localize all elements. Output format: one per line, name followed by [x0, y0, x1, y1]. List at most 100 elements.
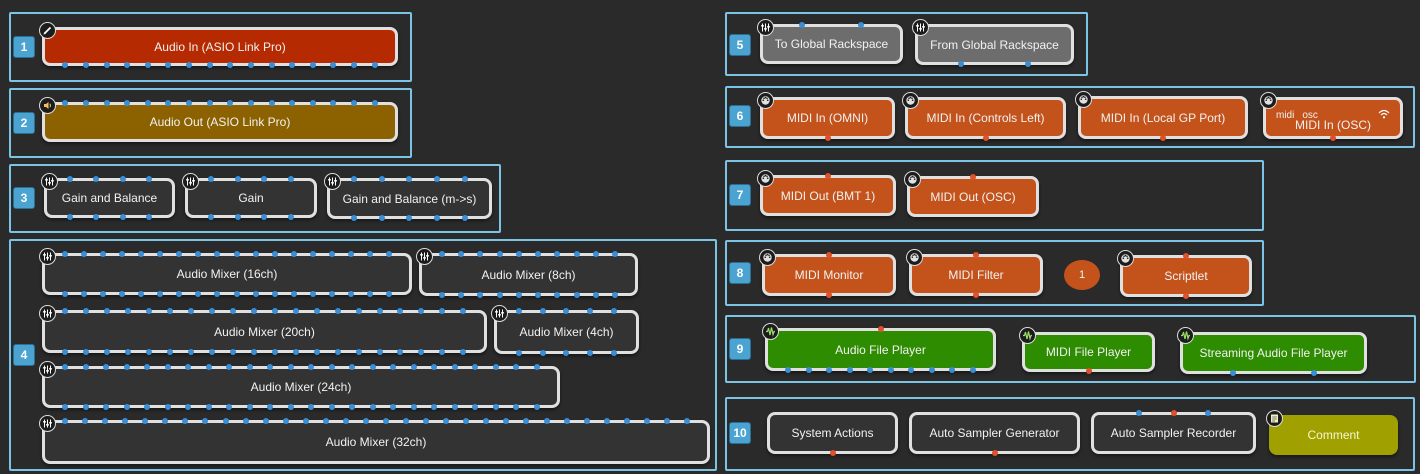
- audio-input-pins: [55, 418, 697, 424]
- audio-output-pins: [340, 215, 479, 221]
- audio-output-pins: [55, 62, 385, 68]
- audio-input-pins: [55, 308, 474, 314]
- midi-output-pin: [780, 450, 885, 456]
- midi-icon: [759, 249, 776, 266]
- midi-output-pin: [773, 135, 882, 141]
- sliders-icon: [39, 248, 56, 265]
- wifi-icon: [1378, 108, 1390, 122]
- plugin-audio-mixer-24ch[interactable]: Audio Mixer (24ch): [39, 361, 560, 410]
- midi-input-pin: [1154, 410, 1193, 416]
- audio-input-pins: [57, 176, 162, 182]
- plugin-audio-out[interactable]: Audio Out (ASIO Link Pro): [39, 97, 398, 142]
- midi-icon: [904, 171, 921, 188]
- plugin-label: From Global Rackspace: [930, 37, 1059, 52]
- plugin-label: Gain and Balance: [61, 191, 158, 205]
- plugin-label: Audio File Player: [835, 342, 926, 357]
- sliders-icon: [324, 173, 341, 190]
- plugin-label: Audio Mixer (8ch): [481, 267, 576, 282]
- audio-output-pins: [507, 350, 626, 356]
- midi-input-pin: [773, 173, 883, 179]
- midi-output-pin: [775, 292, 883, 298]
- plugin-label: MIDI Monitor: [794, 268, 864, 282]
- audio-input-pins: [507, 308, 626, 314]
- group-number-badge[interactable]: 9: [729, 338, 751, 360]
- midi-icon: [1260, 92, 1277, 109]
- plugin-audio-mixer-4ch[interactable]: Audio Mixer (4ch): [491, 305, 639, 356]
- sliders-icon: [757, 19, 774, 36]
- group-number-badge[interactable]: 5: [729, 34, 751, 56]
- audio-output-pins: [55, 349, 474, 355]
- group-number-badge[interactable]: 10: [729, 422, 751, 444]
- plugin-label: MIDI Out (OSC): [930, 189, 1016, 204]
- plugin-midi-in-osc[interactable]: midi osc MIDI In (OSC): [1260, 92, 1403, 141]
- plugin-label: Auto Sampler Recorder: [1110, 426, 1237, 440]
- midi-input-pin: [920, 174, 1026, 180]
- midi-output-pin: [1035, 368, 1142, 374]
- plugin-auto-sampler-generator[interactable]: Auto Sampler Generator: [909, 412, 1080, 456]
- audio-output-pins: [432, 292, 625, 298]
- plugin-from-global-rackspace[interactable]: From Global Rackspace: [912, 19, 1074, 67]
- plugin-label: MIDI In (Local GP Port): [1100, 110, 1226, 125]
- plugin-label: Auto Sampler Generator: [929, 426, 1060, 440]
- plugin-midi-filter[interactable]: MIDI Filter: [906, 249, 1043, 298]
- plugin-streaming-audio-file-player[interactable]: Streaming Audio File Player: [1177, 327, 1367, 376]
- midi-icon: [757, 92, 774, 109]
- waveform-icon: [1177, 327, 1194, 344]
- plugin-label: Audio Mixer (20ch): [214, 324, 315, 339]
- plugin-gain[interactable]: Gain: [182, 173, 317, 220]
- plugin-label: Audio Mixer (32ch): [325, 435, 427, 449]
- plugin-audio-mixer-32ch[interactable]: Audio Mixer (32ch): [39, 415, 710, 464]
- plugin-midi-in-controls-left[interactable]: MIDI In (Controls Left): [902, 92, 1066, 141]
- audio-input-pins: [198, 176, 304, 182]
- midi-tag: midi: [1276, 110, 1295, 121]
- plugin-scriptlet[interactable]: Scriptlet: [1117, 250, 1252, 299]
- plugin-midi-monitor[interactable]: MIDI Monitor: [759, 249, 896, 298]
- group-number-badge[interactable]: 2: [13, 112, 35, 134]
- count-badge[interactable]: 1: [1064, 260, 1100, 290]
- plugin-system-actions[interactable]: System Actions: [767, 412, 898, 456]
- group-number-badge[interactable]: 6: [729, 105, 751, 127]
- plugin-midi-out-bmt-1[interactable]: MIDI Out (BMT 1): [757, 170, 896, 216]
- group-number-badge[interactable]: 7: [729, 184, 751, 206]
- audio-output-pins: [928, 61, 1061, 67]
- plugin-midi-in-local-gp-port[interactable]: MIDI In (Local GP Port): [1075, 91, 1248, 141]
- group-number-badge[interactable]: 3: [13, 187, 35, 209]
- group-number-badge[interactable]: 8: [729, 262, 751, 284]
- plugin-audio-mixer-20ch[interactable]: Audio Mixer (20ch): [39, 305, 487, 355]
- plugin-audio-in[interactable]: Audio In (ASIO Link Pro): [39, 22, 398, 68]
- speaker-icon: [39, 97, 56, 114]
- plugin-audio-mixer-16ch[interactable]: Audio Mixer (16ch): [39, 248, 412, 297]
- plugin-label: Audio Mixer (4ch): [519, 325, 614, 339]
- audio-output-pins: [55, 404, 547, 410]
- plugin-midi-file-player[interactable]: MIDI File Player: [1019, 327, 1155, 374]
- plugin-to-global-rackspace[interactable]: To Global Rackspace: [757, 19, 903, 64]
- plugin-gain-and-balance[interactable]: Gain and Balance: [41, 173, 175, 220]
- plugin-label: MIDI Filter: [948, 268, 1004, 282]
- plugin-label: To Global Rackspace: [774, 37, 889, 51]
- midi-input-pin: [775, 252, 883, 258]
- plugin-midi-in-omni[interactable]: MIDI In (OMNI): [757, 92, 895, 141]
- sliders-icon: [39, 305, 56, 322]
- group-number-badge[interactable]: 4: [13, 344, 35, 366]
- sliders-icon: [39, 361, 56, 378]
- midi-input-pin: [922, 252, 1030, 258]
- plugin-comment[interactable]: Comment: [1266, 410, 1398, 455]
- midi-output-pin: [1091, 135, 1235, 141]
- audio-input-pins: [340, 176, 479, 182]
- waveform-icon: [1019, 327, 1036, 344]
- plugin-label: Audio Mixer (16ch): [176, 267, 278, 281]
- plugin-audio-file-player[interactable]: Audio File Player: [762, 323, 996, 373]
- midi-input-pin: [1133, 253, 1239, 259]
- sliders-icon: [41, 173, 58, 190]
- group-number-badge[interactable]: 1: [13, 36, 35, 58]
- plugin-auto-sampler-recorder[interactable]: Auto Sampler Recorder: [1091, 410, 1256, 454]
- midi-input-pin: [778, 326, 983, 332]
- plugin-label: Streaming Audio File Player: [1199, 346, 1348, 360]
- midi-output-pin: [1133, 293, 1239, 299]
- midi-icon: [1117, 250, 1134, 267]
- sliders-icon: [416, 248, 433, 265]
- audio-input-pins: [55, 364, 547, 370]
- plugin-midi-out-osc[interactable]: MIDI Out (OSC): [904, 171, 1039, 217]
- plugin-gain-and-balance-m-s[interactable]: Gain and Balance (m->s): [324, 173, 492, 221]
- plugin-audio-mixer-8ch[interactable]: Audio Mixer (8ch): [416, 248, 638, 298]
